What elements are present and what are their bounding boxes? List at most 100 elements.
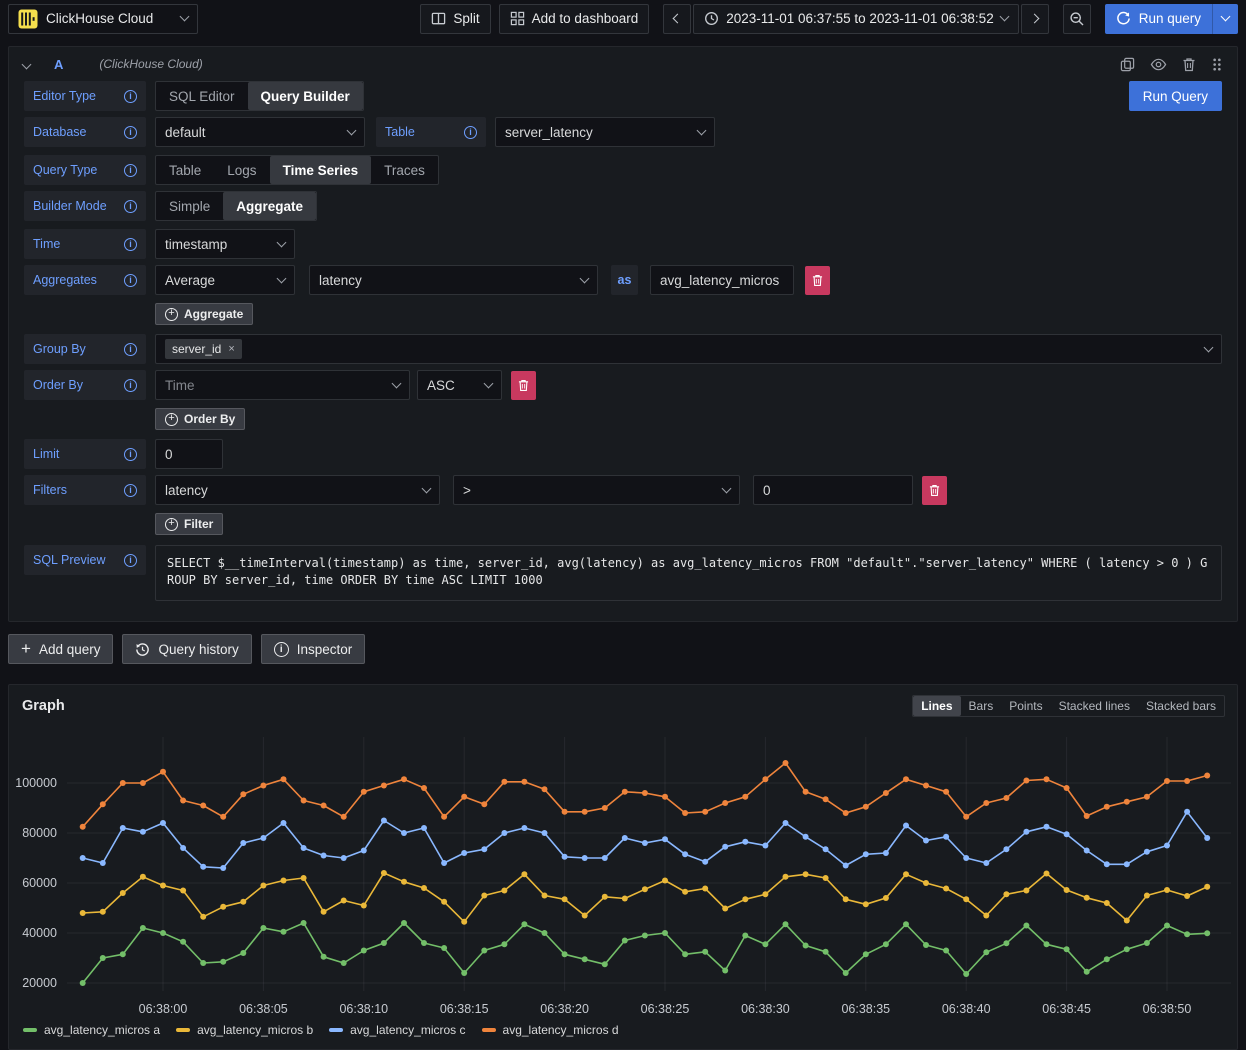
builder-mode-row: Builder Mode Simple Aggregate <box>24 191 1222 221</box>
tab-stacked-bars[interactable]: Stacked bars <box>1138 696 1224 716</box>
add-aggregate-button[interactable]: Aggregate <box>155 303 253 325</box>
info-icon[interactable] <box>124 200 137 213</box>
order-by-direction-select[interactable]: ASC <box>417 370 502 400</box>
query-builder-option[interactable]: Query Builder <box>248 82 363 110</box>
legend-label: avg_latency_micros c <box>350 1023 465 1037</box>
add-query-button[interactable]: Add query <box>8 634 113 664</box>
hide-query-eye-icon[interactable] <box>1150 57 1167 72</box>
builder-mode-aggregate[interactable]: Aggregate <box>223 192 316 220</box>
tab-stacked-lines[interactable]: Stacked lines <box>1051 696 1138 716</box>
filter-value-input[interactable]: 0 <box>753 475 913 505</box>
sql-editor-option[interactable]: SQL Editor <box>156 82 248 110</box>
sql-preview-text: SELECT $__timeInterval(timestamp) as tim… <box>155 545 1222 601</box>
group-by-multiselect[interactable]: server_id × <box>155 334 1222 364</box>
info-icon[interactable] <box>124 343 137 356</box>
run-query-options-button[interactable] <box>1212 4 1238 34</box>
time-range-button[interactable]: 2023-11-01 06:37:55 to 2023-11-01 06:38:… <box>693 4 1018 34</box>
legend-label: avg_latency_micros d <box>503 1023 619 1037</box>
zoom-out-button[interactable] <box>1063 4 1091 34</box>
chevron-down-icon <box>180 12 190 22</box>
graph-header: Graph Lines Bars Points Stacked lines St… <box>9 685 1237 717</box>
run-query-inline-label: Run Query <box>1143 89 1208 104</box>
tab-lines[interactable]: Lines <box>913 696 960 716</box>
time-picker-group: 2023-11-01 06:37:55 to 2023-11-01 06:38:… <box>663 4 1048 34</box>
aggregate-column-select[interactable]: latency <box>309 265 598 295</box>
legend-swatch <box>329 1028 343 1032</box>
query-type-traces[interactable]: Traces <box>371 156 438 184</box>
query-type-time-series[interactable]: Time Series <box>270 156 372 184</box>
time-shift-back-button[interactable] <box>663 4 691 34</box>
graph-title: Graph <box>22 698 65 714</box>
tab-points[interactable]: Points <box>1001 696 1050 716</box>
group-by-tag[interactable]: server_id × <box>165 339 242 359</box>
add-to-dashboard-button[interactable]: Add to dashboard <box>499 4 650 34</box>
remove-order-by-button[interactable] <box>511 371 536 400</box>
query-history-button[interactable]: Query history <box>122 634 251 664</box>
circle-plus-icon <box>165 518 178 531</box>
add-aggregate-row: Aggregate <box>155 303 1222 325</box>
svg-text:06:38:25: 06:38:25 <box>641 1002 690 1016</box>
query-type-logs[interactable]: Logs <box>214 156 269 184</box>
database-select[interactable]: default <box>155 117 365 147</box>
query-ref-id[interactable]: A <box>54 57 63 72</box>
drag-handle-icon[interactable] <box>1211 57 1223 72</box>
legend-item[interactable]: avg_latency_micros b <box>176 1023 313 1037</box>
legend-item[interactable]: avg_latency_micros c <box>329 1023 465 1037</box>
aggregate-alias-input[interactable]: avg_latency_micros <box>650 265 794 295</box>
run-query-button[interactable]: Run query <box>1105 4 1212 34</box>
remove-aggregate-button[interactable] <box>805 266 830 295</box>
database-label: Database <box>24 117 146 147</box>
svg-text:06:38:20: 06:38:20 <box>540 1002 589 1016</box>
query-type-label: Query Type <box>24 155 146 185</box>
limit-input[interactable]: 0 <box>155 439 223 469</box>
svg-text:06:38:15: 06:38:15 <box>440 1002 489 1016</box>
legend-item[interactable]: avg_latency_micros d <box>482 1023 619 1037</box>
chevron-left-icon <box>672 14 682 24</box>
filter-operator-select[interactable]: > <box>453 475 740 505</box>
svg-text:20000: 20000 <box>22 976 57 990</box>
svg-text:40000: 40000 <box>22 926 57 940</box>
datasource-picker[interactable]: ClickHouse Cloud <box>8 4 198 34</box>
database-table-row: Database default Table server_latency <box>24 117 1222 147</box>
time-shift-forward-button[interactable] <box>1021 4 1049 34</box>
info-icon[interactable] <box>124 164 137 177</box>
svg-text:06:38:35: 06:38:35 <box>841 1002 890 1016</box>
query-footer-actions: Add query Query history Inspector <box>8 634 1238 664</box>
info-icon[interactable] <box>124 274 137 287</box>
add-filter-button[interactable]: Filter <box>155 513 223 535</box>
add-order-by-button[interactable]: Order By <box>155 408 245 430</box>
info-icon[interactable] <box>124 554 137 567</box>
chevron-down-icon <box>277 237 287 247</box>
filter-field-select[interactable]: latency <box>155 475 440 505</box>
info-icon[interactable] <box>124 238 137 251</box>
svg-text:06:38:40: 06:38:40 <box>942 1002 991 1016</box>
svg-text:06:38:30: 06:38:30 <box>741 1002 790 1016</box>
apps-grid-icon <box>510 11 525 26</box>
info-icon[interactable] <box>124 379 137 392</box>
time-column-select[interactable]: timestamp <box>155 229 295 259</box>
aggregate-function-select[interactable]: Average <box>155 265 295 295</box>
duplicate-query-icon[interactable] <box>1120 57 1135 72</box>
query-type-radio-group: Table Logs Time Series Traces <box>155 155 439 185</box>
builder-mode-simple[interactable]: Simple <box>156 192 223 220</box>
zoom-out-icon <box>1069 11 1085 27</box>
latency-chart[interactable]: 2000040000600008000010000006:38:0006:38:… <box>9 723 1237 1021</box>
inspector-button[interactable]: Inspector <box>261 634 366 664</box>
run-query-inline-button[interactable]: Run Query <box>1129 81 1222 111</box>
table-select[interactable]: server_latency <box>495 117 715 147</box>
legend-item[interactable]: avg_latency_micros a <box>23 1023 160 1037</box>
remove-filter-button[interactable] <box>922 476 947 505</box>
query-type-table[interactable]: Table <box>156 156 214 184</box>
delete-query-trash-icon[interactable] <box>1182 57 1196 72</box>
split-button[interactable]: Split <box>420 4 490 34</box>
info-icon[interactable] <box>124 90 137 103</box>
order-by-field-select[interactable]: Time <box>155 370 410 400</box>
info-icon[interactable] <box>124 126 137 139</box>
info-icon[interactable] <box>124 484 137 497</box>
info-icon[interactable] <box>464 126 477 139</box>
info-icon[interactable] <box>124 448 137 461</box>
collapse-chevron-icon[interactable] <box>22 59 32 69</box>
graph-style-tabs: Lines Bars Points Stacked lines Stacked … <box>912 695 1225 717</box>
tab-bars[interactable]: Bars <box>961 696 1002 716</box>
remove-tag-icon[interactable]: × <box>228 343 234 355</box>
